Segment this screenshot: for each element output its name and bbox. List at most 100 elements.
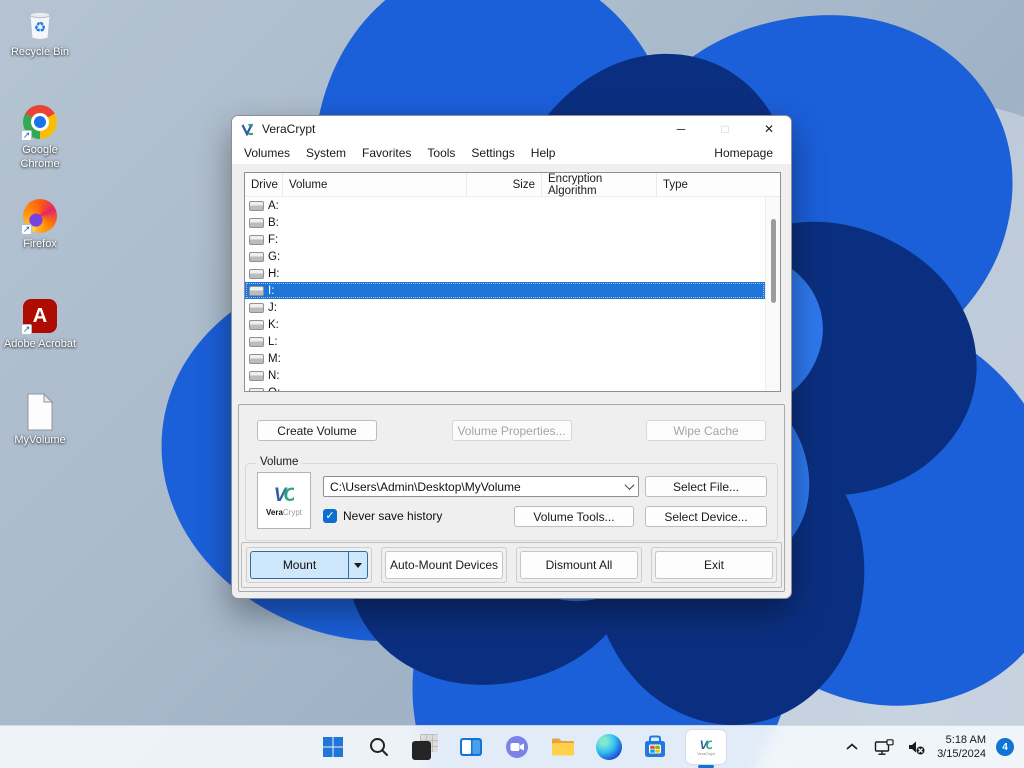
drive-icon [249,302,264,313]
file-explorer-button[interactable] [548,732,578,762]
column-header-size[interactable]: Size [467,173,542,196]
drive-row[interactable]: B: [245,214,765,231]
menu-favorites[interactable]: Favorites [354,144,419,162]
maximize-button[interactable]: □ [703,116,747,142]
desktop-icon-firefox[interactable]: ↗ Firefox [2,198,78,252]
network-status[interactable] [873,733,895,761]
chevron-down-icon[interactable] [620,477,638,496]
volume-tools-button[interactable]: Volume Tools... [514,506,634,527]
drive-row[interactable]: H: [245,265,765,282]
titlebar[interactable]: VeraCrypt ─ □ ✕ [232,116,791,142]
never-save-history-checkbox[interactable]: ✓ Never save history [323,509,442,523]
drive-icon [249,319,264,330]
column-header-type[interactable]: Type [657,173,780,196]
clock-date: 3/15/2024 [937,748,986,760]
microsoft-store-button[interactable] [640,732,670,762]
tray-chevron-up[interactable] [841,733,863,761]
veracrypt-wordmark: VeraCrypt [265,507,303,517]
drive-icon [249,217,264,228]
drive-letter: M: [268,352,281,365]
drive-letter: J: [268,301,277,314]
auto-mount-frame: Auto-Mount Devices [381,547,507,583]
volume-muted[interactable] [905,733,927,761]
veracrypt-mark: VC [273,484,297,506]
ethernet-icon [874,738,894,755]
drive-letter: G: [268,250,281,263]
drive-row[interactable]: J: [245,299,765,316]
desktop-icon-adobe-acrobat[interactable]: A ↗ Adobe Acrobat [2,298,78,352]
drive-row[interactable]: M: [245,350,765,367]
column-header-encryption-algorithm[interactable]: Encryption Algorithm [542,173,657,197]
firefox-icon: ↗ [21,198,58,235]
shortcut-arrow-icon: ↗ [21,130,32,141]
shortcut-arrow-icon: ↗ [21,324,32,335]
icon-label: MyVolume [14,434,66,446]
drive-icon [249,387,264,391]
notification-badge[interactable]: 4 [996,738,1014,756]
dismount-all-frame: Dismount All [516,547,642,583]
task-view-button[interactable] [456,732,486,762]
desktop-icon-recycle-bin[interactable]: ♻ Recycle Bin [2,6,78,60]
drive-row[interactable]: O: [245,384,765,391]
checkbox-check-icon[interactable]: ✓ [323,509,337,523]
close-button[interactable]: ✕ [747,116,791,142]
menu-help[interactable]: Help [523,144,564,162]
drive-row[interactable]: I: [245,282,765,299]
vertical-scrollbar[interactable] [765,197,780,391]
mount-dropdown-arrow-icon[interactable] [348,552,367,578]
column-header-volume[interactable]: Volume [283,173,467,196]
desktop-icon-google-chrome[interactable]: ↗ Google Chrome [2,104,78,172]
drive-letter: B: [268,216,279,229]
drive-row[interactable]: N: [245,367,765,384]
drive-row[interactable]: K: [245,316,765,333]
drive-row[interactable]: F: [245,231,765,248]
dismount-all-button[interactable]: Dismount All [520,551,638,579]
menu-system[interactable]: System [298,144,354,162]
menu-tools[interactable]: Tools [419,144,463,162]
edge-button[interactable] [594,732,624,762]
chat-icon [506,736,528,758]
file-icon [22,393,58,431]
icon-label: Firefox [23,238,57,250]
widgets-button[interactable] [410,732,440,762]
menu-homepage[interactable]: Homepage [706,144,781,162]
menu-settings[interactable]: Settings [463,144,522,162]
drive-icon [249,268,264,279]
select-device-button[interactable]: Select Device... [645,506,767,527]
checkbox-label: Never save history [343,509,443,523]
volume-path-combobox[interactable]: C:\Users\Admin\Desktop\MyVolume [323,476,639,497]
drive-row[interactable]: A: [245,197,765,214]
scrollbar-thumb[interactable] [771,219,776,303]
chat-button[interactable] [502,732,532,762]
auto-mount-devices-button[interactable]: Auto-Mount Devices [385,551,503,579]
mount-button[interactable]: Mount [251,552,348,578]
drive-row[interactable]: G: [245,248,765,265]
desktop-icon-myvolume[interactable]: MyVolume [2,393,78,448]
menu-volumes[interactable]: Volumes [236,144,298,162]
mount-frame: Mount [246,547,372,583]
drive-letter: I: [268,284,275,297]
drive-icon [249,200,264,211]
search-icon [370,738,388,756]
mount-split-button[interactable]: Mount [250,551,368,579]
drive-row[interactable]: L: [245,333,765,350]
icon-label: Google Chrome [20,144,60,170]
exit-button[interactable]: Exit [655,551,773,579]
start-button[interactable] [318,732,348,762]
tray-clock[interactable]: 5:18 AM 3/15/2024 [937,733,986,762]
minimize-button[interactable]: ─ [659,116,703,142]
store-icon [645,735,665,757]
taskbar: VC VeraCrypt 5:18 AM 3/15/2024 4 [0,725,1024,768]
drive-icon [249,285,264,296]
create-volume-button[interactable]: Create Volume [257,420,377,441]
veracrypt-taskbar-button[interactable]: VC VeraCrypt [686,730,726,768]
column-header-drive[interactable]: Drive [245,173,283,196]
search-button[interactable] [364,732,394,762]
drive-letter: H: [268,267,280,280]
widgets-icon [412,734,438,760]
window-title: VeraCrypt [262,122,316,136]
select-file-button[interactable]: Select File... [645,476,767,497]
drive-letter: O: [268,387,280,392]
drive-letter: K: [268,318,279,331]
recycle-bin-icon: ♻ [22,6,58,42]
